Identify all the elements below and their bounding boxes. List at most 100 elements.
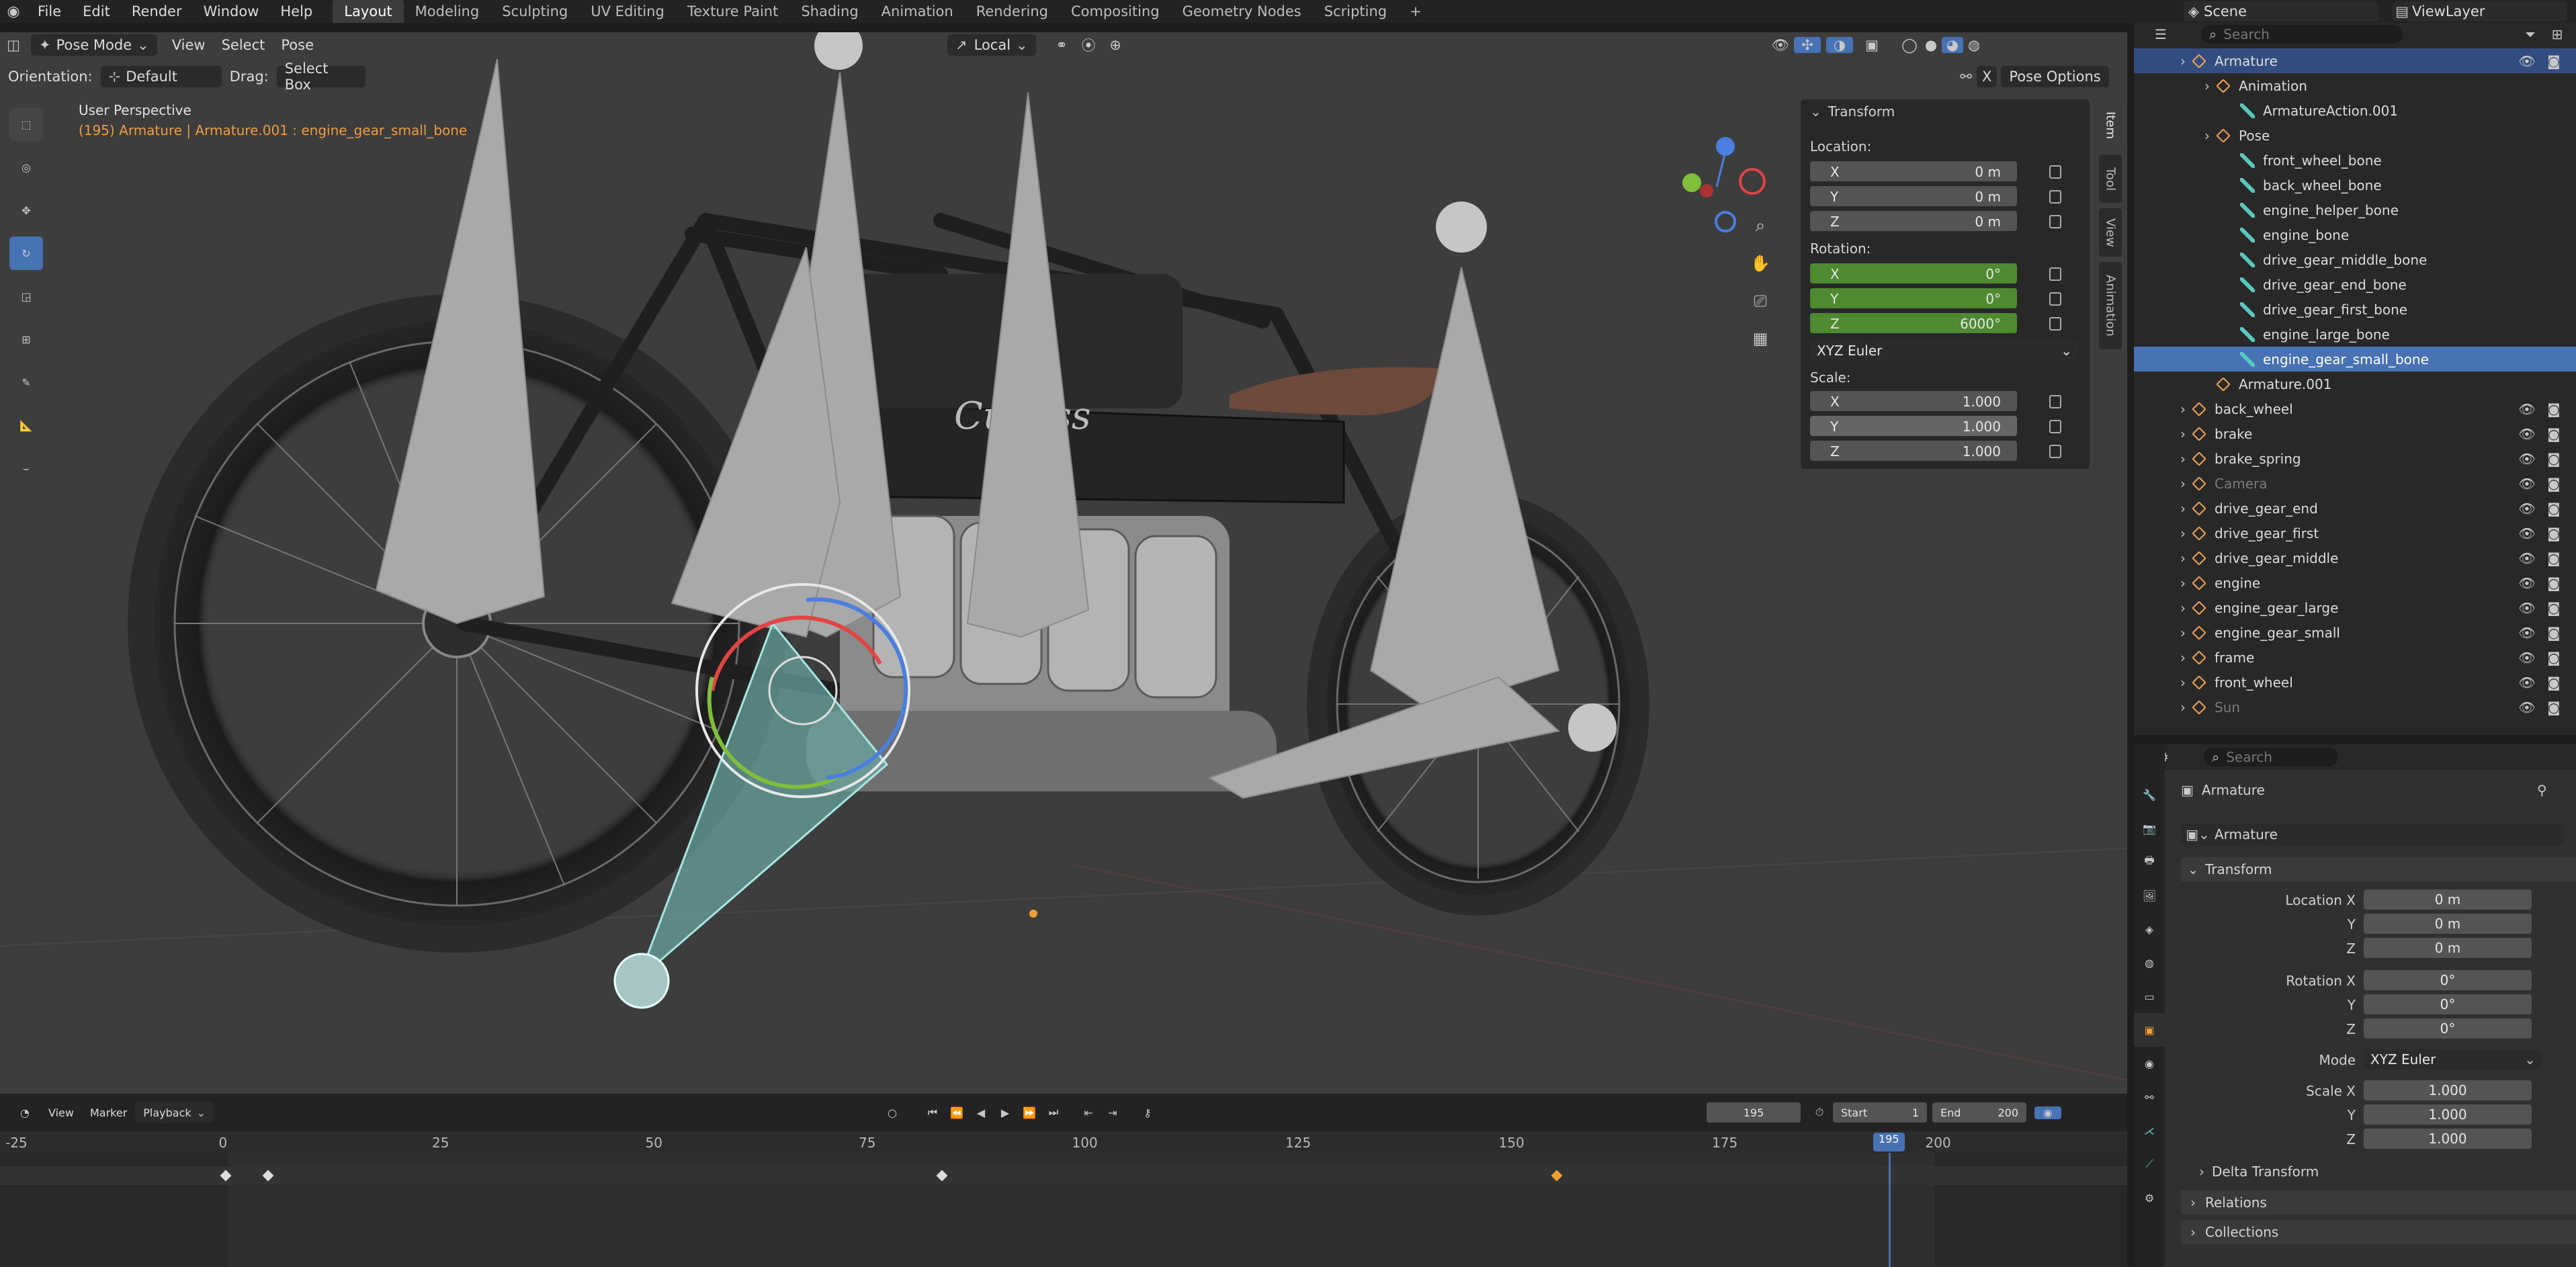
outliner-row[interactable]: › brake 👁 ◙	[2134, 421, 2576, 446]
render-camera-icon[interactable]: ◙	[2544, 500, 2564, 517]
render-camera-icon[interactable]: ◙	[2544, 451, 2564, 467]
keying-set-icon[interactable]: ⚷	[1135, 1106, 1160, 1119]
orientation-dropdown[interactable]: ⊹ Default	[100, 66, 222, 87]
outliner-row[interactable]: drive_gear_end_bone	[2134, 272, 2576, 297]
rotation-mode-dropdown[interactable]: XYZ Euler ⌄	[1810, 340, 2079, 360]
visibility-eye-icon[interactable]: 👁	[2517, 451, 2537, 467]
snap-icon[interactable]: ⦿	[1075, 35, 1102, 55]
gizmo-icon[interactable]: ✣	[1794, 37, 1821, 53]
outliner-row[interactable]: › front_wheel 👁 ◙	[2134, 670, 2576, 695]
outliner-row[interactable]: › Camera 👁 ◙	[2134, 471, 2576, 496]
visibility-eye-icon[interactable]: 👁	[2517, 500, 2537, 517]
prop-scale-y[interactable]: 1.000	[2364, 1104, 2532, 1125]
outliner-row[interactable]: engine_gear_small_bone	[2134, 347, 2576, 372]
editor-type-icon[interactable]: ☰	[2147, 26, 2174, 42]
solid-shading-icon[interactable]: ●	[1920, 37, 1942, 53]
tab-scripting[interactable]: Scripting	[1313, 0, 1398, 23]
timeline-body[interactable]	[0, 1153, 2127, 1267]
rotate-icon[interactable]: ↻	[9, 236, 43, 270]
render-camera-icon[interactable]: ◙	[2544, 53, 2564, 69]
link-icon[interactable]: ⚭	[1048, 37, 1075, 53]
blender-logo-icon[interactable]: ◉	[0, 0, 27, 23]
play-icon[interactable]: ▶	[993, 1106, 1017, 1119]
tab-tool[interactable]: Tool	[2099, 155, 2122, 203]
zoom-icon[interactable]: ⌕	[1746, 207, 1775, 245]
visibility-eye-icon[interactable]: 👁	[2517, 53, 2537, 69]
chevron-right-icon[interactable]: ›	[2174, 625, 2192, 641]
visibility-eye-icon[interactable]: 👁	[2517, 401, 2537, 417]
wireframe-shading-icon[interactable]: ◯	[1899, 37, 1920, 53]
menu-pose[interactable]: Pose	[273, 37, 322, 53]
prop-rotation-mode[interactable]: XYZ Euler ⌄	[2364, 1049, 2541, 1069]
chevron-right-icon[interactable]: ›	[2174, 674, 2192, 691]
render-camera-icon[interactable]: ◙	[2544, 476, 2564, 492]
jump-start-icon[interactable]: ⏮	[920, 1106, 945, 1119]
physics-tab-icon[interactable]: ◉	[2134, 1047, 2165, 1080]
prop-location-x[interactable]: 0 m	[2364, 889, 2532, 910]
tab-texture-paint[interactable]: Texture Paint	[676, 0, 790, 23]
lock-icon[interactable]	[2049, 165, 2061, 179]
transform-section-header[interactable]: ⌄ Transform	[2181, 857, 2576, 881]
filter-icon[interactable]: ⏷	[2517, 26, 2544, 42]
material-shading-icon[interactable]: ◕	[1942, 37, 1963, 53]
visibility-eye-icon[interactable]: 👁	[2517, 625, 2537, 641]
chevron-right-icon[interactable]: ›	[2174, 550, 2192, 566]
timeline-menu-playback[interactable]: Playback ⌄	[135, 1102, 214, 1123]
tab-geometry-nodes[interactable]: Geometry Nodes	[1171, 0, 1313, 23]
transform-icon[interactable]: ⊞	[9, 322, 43, 356]
render-tab-icon[interactable]: 📷	[2134, 812, 2165, 845]
outliner-row[interactable]: › frame 👁 ◙	[2134, 645, 2576, 670]
visibility-eye-icon[interactable]: 👁	[2517, 699, 2537, 715]
lock-icon[interactable]	[2049, 292, 2061, 306]
rotation-z-field[interactable]: Z 6000°	[1810, 313, 2017, 333]
sync-icon[interactable]: ◉	[2034, 1106, 2061, 1119]
add-workspace-icon[interactable]: +	[1398, 0, 1433, 23]
camera-view-icon[interactable]: ⎚	[1746, 282, 1775, 320]
current-frame-field[interactable]: 195	[1707, 1102, 1801, 1123]
render-camera-icon[interactable]: ◙	[2544, 525, 2564, 541]
constraints-tab-icon[interactable]: ⚯	[2134, 1080, 2165, 1114]
scale-y-field[interactable]: Y 1.000	[1810, 416, 2017, 436]
keying-prev-icon[interactable]: ⇤	[1076, 1106, 1101, 1119]
menu-file[interactable]: File	[27, 0, 72, 23]
chevron-right-icon[interactable]: ›	[2174, 53, 2192, 69]
cursor-icon[interactable]: ◎	[9, 150, 43, 184]
render-camera-icon[interactable]: ◙	[2544, 625, 2564, 641]
outliner-row[interactable]: Armature.001	[2134, 372, 2576, 396]
transform-space-dropdown[interactable]: ↗ Local ⌄	[947, 34, 1036, 56]
visibility-eye-icon[interactable]: 👁	[2517, 600, 2537, 616]
prop-location-y[interactable]: 0 m	[2364, 914, 2532, 934]
lock-icon[interactable]	[2049, 267, 2061, 281]
tab-animation[interactable]: Animation	[870, 0, 965, 23]
tab-animation-panel[interactable]: Animation	[2099, 262, 2122, 349]
visibility-eye-icon[interactable]: 👁	[2517, 476, 2537, 492]
new-collection-icon[interactable]: ⊞	[2544, 26, 2571, 42]
x-mirror-toggle[interactable]: X	[1977, 66, 1998, 87]
overlay-icon[interactable]: ◑	[1826, 37, 1853, 53]
lock-icon[interactable]	[2049, 420, 2061, 433]
bone-relax-icon[interactable]: ⌣	[9, 451, 43, 485]
stopwatch-icon[interactable]: ⏱	[1806, 1106, 1833, 1119]
scale-z-field[interactable]: Z 1.000	[1810, 441, 2017, 461]
outliner-row[interactable]: › Armature 👁 ◙	[2134, 48, 2576, 73]
chevron-right-icon[interactable]: ›	[2174, 575, 2192, 591]
pan-hand-icon[interactable]: ✋	[1746, 245, 1775, 282]
chevron-right-icon[interactable]: ›	[2174, 500, 2192, 517]
start-frame-field[interactable]: Start 1	[1833, 1102, 1927, 1123]
outliner-row[interactable]: › brake_spring 👁 ◙	[2134, 446, 2576, 471]
chevron-right-icon[interactable]: ›	[2174, 476, 2192, 492]
world-tab-icon[interactable]: ◍	[2134, 946, 2165, 979]
outliner-row[interactable]: front_wheel_bone	[2134, 148, 2576, 173]
chevron-right-icon[interactable]: ›	[2174, 699, 2192, 715]
ortho-grid-icon[interactable]: ▦	[1746, 320, 1775, 357]
lock-icon[interactable]	[2049, 445, 2061, 458]
pin-icon[interactable]: ⚲	[2537, 782, 2547, 798]
next-keyframe-icon[interactable]: ⏩	[1017, 1106, 1041, 1119]
visibility-eye-icon[interactable]: 👁	[2517, 426, 2537, 442]
outliner-row[interactable]: › engine_gear_large 👁 ◙	[2134, 595, 2576, 620]
outliner-row[interactable]: › engine_gear_small 👁 ◙	[2134, 620, 2576, 645]
outliner-row[interactable]: engine_helper_bone	[2134, 198, 2576, 222]
tab-rendering[interactable]: Rendering	[965, 0, 1060, 23]
lock-icon[interactable]	[2049, 190, 2061, 204]
prev-keyframe-icon[interactable]: ⏪	[945, 1106, 969, 1119]
